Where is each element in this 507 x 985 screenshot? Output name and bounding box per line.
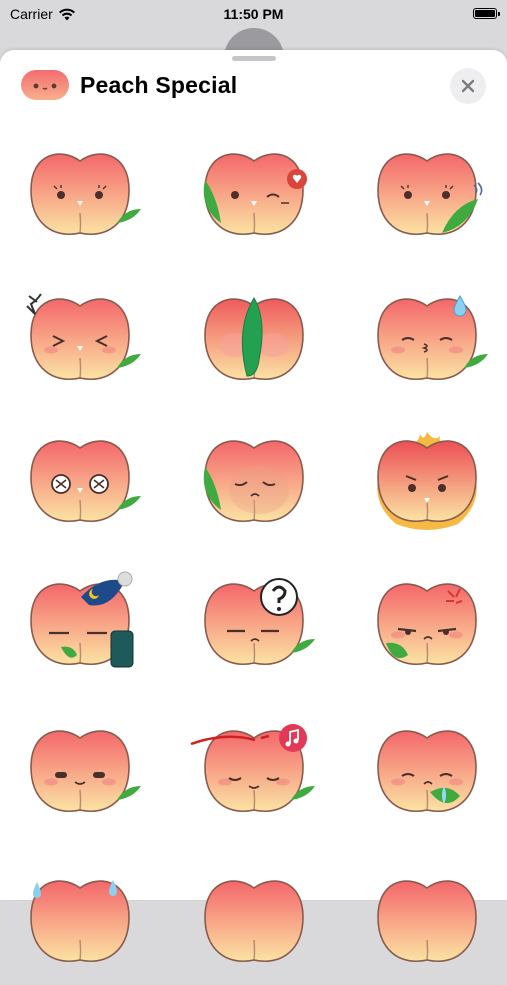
sheet-grabber[interactable] [232,56,276,61]
peach-calm-icon [30,730,141,812]
peach-dizzy-sticker[interactable] [21,432,141,540]
peach-sad-icon [203,440,304,522]
peach-sleepy-icon [30,571,134,668]
peach-sad-sticker[interactable] [195,432,313,540]
sheet-header: Peach Special [0,62,507,112]
peach-sleepy-sticker[interactable] [21,571,139,683]
peach-partial-sticker-3[interactable] [368,872,486,980]
peach-laugh-sticker[interactable] [21,290,141,398]
peach-partial-icon [30,880,130,962]
peach-question-icon [204,578,315,665]
peach-angry-icon [377,432,477,530]
peach-partial-icon [377,880,477,962]
peach-cry-icon [377,730,477,812]
close-button[interactable] [450,68,486,104]
sticker-sheet: Peach Special [0,50,507,962]
sheet-title: Peach Special [80,72,238,98]
peach-music-icon [190,724,315,812]
peach-partial-sticker-2[interactable] [195,872,313,980]
peach-wink-heart-icon [203,153,307,235]
peach-annoyed-sticker[interactable] [368,575,486,683]
peach-laugh-icon [26,293,141,380]
battery-icon [473,8,500,19]
status-bar: Carrier 11:50 PM [0,0,507,30]
peach-sweat-sticker[interactable] [368,290,488,398]
peach-neutral-sticker[interactable] [21,145,141,253]
peach-question-sticker[interactable] [195,575,315,683]
peach-annoyed-icon [377,583,477,665]
peach-shy-icon [204,297,304,380]
peach-partial-sticker-1[interactable] [21,872,139,980]
peach-dizzy-icon [30,440,141,522]
peach-sweat-icon [377,295,488,380]
close-icon [461,79,475,93]
peach-partial-icon [204,880,304,962]
peach-music-sticker[interactable] [190,722,315,830]
peach-shy-leaf-sticker[interactable] [195,290,313,398]
status-time: 11:50 PM [223,6,284,22]
peach-wave-leaf-sticker[interactable] [368,145,486,253]
peach-app-icon [21,70,69,100]
peach-calm-sticker[interactable] [21,722,141,830]
peach-angry-fire-sticker[interactable] [368,432,486,540]
peach-wink-heart-sticker[interactable] [195,145,313,253]
peach-smile-icon [30,153,141,235]
peach-wave-icon [377,153,483,235]
peach-cry-sticker[interactable] [368,722,486,830]
